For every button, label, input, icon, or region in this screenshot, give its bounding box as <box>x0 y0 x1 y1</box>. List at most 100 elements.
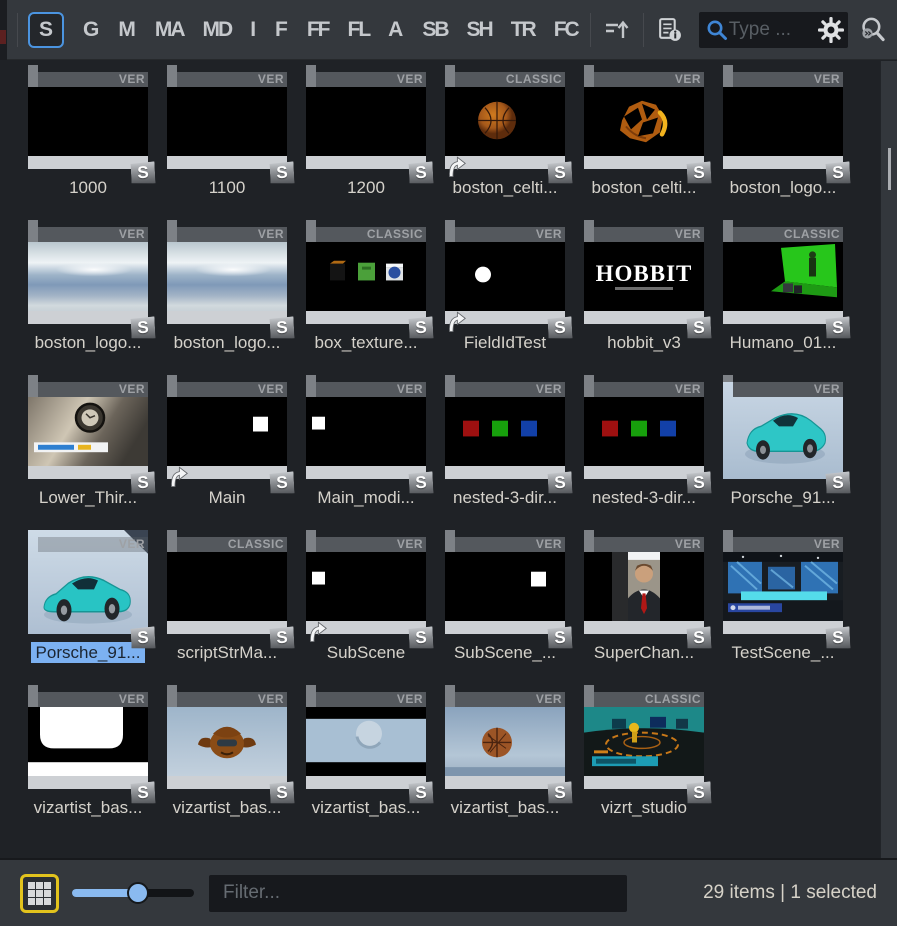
tab-tr[interactable]: TR <box>511 13 535 47</box>
gear-icon[interactable] <box>818 17 844 43</box>
scene-thumbnail[interactable]: VER S <box>28 685 148 789</box>
tab-fc[interactable]: FC <box>554 13 578 47</box>
tab-sb[interactable]: SB <box>422 13 447 47</box>
version-label: VER <box>536 537 565 552</box>
scene-tile[interactable]: VER S SubScene_... <box>445 530 565 667</box>
thumbnail-image <box>445 707 565 776</box>
scene-tile[interactable]: VER S TestScene_... <box>723 530 843 667</box>
tab-g[interactable]: G <box>83 13 99 47</box>
tab-i[interactable]: I <box>250 13 256 47</box>
scene-tile[interactable]: VER S Porsche_91... <box>28 530 148 667</box>
tab-a[interactable]: A <box>388 13 403 47</box>
type-tabs: SGMMAMDIFFFFLASBSHTRFC <box>28 12 578 48</box>
tab-ff[interactable]: FF <box>307 13 329 47</box>
scene-badge: S <box>547 316 572 339</box>
tab-m[interactable]: M <box>118 13 136 47</box>
version-bar: VER <box>316 537 426 552</box>
scene-thumbnail[interactable]: VER S <box>306 685 426 789</box>
scene-thumbnail[interactable]: VER S <box>306 65 426 169</box>
scene-tile[interactable]: CLASSIC S box_texture... <box>306 220 426 357</box>
scrollbar-thumb[interactable] <box>888 148 891 190</box>
tab-s[interactable]: S <box>28 12 64 48</box>
scene-thumbnail[interactable]: VER S <box>28 65 148 169</box>
scene-tile[interactable]: VER S 1200 <box>306 65 426 202</box>
scene-label-text: boston_logo... <box>35 333 142 352</box>
scene-tile[interactable]: VER S Main_modi... <box>306 375 426 512</box>
scene-thumbnail[interactable]: VER S <box>723 530 843 634</box>
scene-tile[interactable]: CLASSIC S scriptStrMa... <box>167 530 287 667</box>
filter-input[interactable] <box>209 875 627 912</box>
scene-tile[interactable]: VER S Lower_Thir... <box>28 375 148 512</box>
scene-thumbnail[interactable]: VER S <box>445 220 565 324</box>
grid-view-button[interactable] <box>20 874 59 913</box>
version-bar: VER <box>455 537 565 552</box>
slider-handle[interactable] <box>127 882 149 904</box>
scene-badge: S <box>130 781 155 804</box>
thumbnail-image <box>28 242 148 311</box>
scene-tile[interactable]: VER S vizartist_bas... <box>167 685 287 822</box>
vertical-scrollbar[interactable] <box>880 61 897 858</box>
scene-tile[interactable]: VER HOBBIT S hobbit_v3 <box>584 220 704 357</box>
scene-tile[interactable]: VER S vizartist_bas... <box>445 685 565 822</box>
scene-label-text: vizartist_bas... <box>173 798 282 817</box>
sort-order-button[interactable] <box>603 17 631 43</box>
scene-tile[interactable]: VER S SuperChan... <box>584 530 704 667</box>
scene-thumbnail[interactable]: VER S <box>584 530 704 634</box>
scene-thumbnail[interactable]: VER HOBBIT S <box>584 220 704 324</box>
scene-tile[interactable]: VER S Main <box>167 375 287 512</box>
scene-thumbnail[interactable]: CLASSIC S <box>306 220 426 324</box>
scene-thumbnail[interactable]: CLASSIC S <box>445 65 565 169</box>
scene-tile[interactable]: VER S vizartist_bas... <box>306 685 426 822</box>
scene-thumbnail[interactable]: VER S <box>445 375 565 479</box>
scene-thumbnail[interactable]: VER S <box>167 65 287 169</box>
scene-tile[interactable]: VER S vizartist_bas... <box>28 685 148 822</box>
scene-thumbnail[interactable]: VER S <box>167 685 287 789</box>
scene-thumbnail[interactable]: VER S <box>723 65 843 169</box>
thumb-bottom-strip <box>306 776 426 789</box>
scene-tile[interactable]: VER S boston_logo... <box>723 65 843 202</box>
scene-thumbnail[interactable]: VER S <box>167 220 287 324</box>
thumbnail-image <box>28 707 148 776</box>
search-jump-button[interactable] <box>858 15 887 44</box>
scene-thumbnail[interactable]: VER S <box>584 65 704 169</box>
scene-tile[interactable]: VER S nested-3-dir... <box>584 375 704 512</box>
scene-thumbnail[interactable]: CLASSIC S <box>723 220 843 324</box>
version-bar: VER <box>38 227 148 242</box>
scene-tile[interactable]: VER S boston_logo... <box>167 220 287 357</box>
scene-thumbnail[interactable]: VER S <box>723 375 843 479</box>
scene-thumbnail[interactable]: VER S <box>445 530 565 634</box>
scene-thumbnail[interactable]: VER S <box>28 375 148 479</box>
scene-tile[interactable]: CLASSIC S vizrt_studio <box>584 685 704 822</box>
scene-thumbnail[interactable]: CLASSIC S <box>584 685 704 789</box>
item-info-button[interactable] <box>656 16 683 43</box>
tab-fl[interactable]: FL <box>348 13 370 47</box>
tab-sh[interactable]: SH <box>467 13 492 47</box>
scene-tile[interactable]: VER S FieldIdTest <box>445 220 565 357</box>
scene-thumbnail[interactable]: VER S <box>306 375 426 479</box>
scene-tile[interactable]: VER S Porsche_91... <box>723 375 843 512</box>
scene-thumbnail[interactable]: VER S <box>445 685 565 789</box>
scene-tile[interactable]: VER S boston_logo... <box>28 220 148 357</box>
scene-thumbnail[interactable]: VER S <box>167 375 287 479</box>
scene-tile[interactable]: VER S nested-3-dir... <box>445 375 565 512</box>
scene-thumbnail[interactable]: CLASSIC S <box>167 530 287 634</box>
scene-thumbnail[interactable]: VER S <box>584 375 704 479</box>
scene-tile[interactable]: VER S boston_celti... <box>584 65 704 202</box>
version-bar: VER <box>316 692 426 707</box>
thumb-corner-tab <box>167 375 177 397</box>
scene-tile[interactable]: VER S 1100 <box>167 65 287 202</box>
thumbnail-size-slider[interactable] <box>72 882 194 904</box>
search-input[interactable] <box>729 19 818 41</box>
scene-tile[interactable]: VER S 1000 <box>28 65 148 202</box>
scene-thumbnail[interactable]: VER S <box>28 220 148 324</box>
tab-f[interactable]: F <box>275 13 288 47</box>
scene-thumbnail[interactable]: VER S <box>306 530 426 634</box>
scene-tile[interactable]: VER S SubScene <box>306 530 426 667</box>
scene-thumbnail[interactable]: VER S <box>28 530 148 634</box>
tab-ma[interactable]: MA <box>155 13 184 47</box>
scene-tile[interactable]: CLASSIC S Humano_01... <box>723 220 843 357</box>
scene-tile[interactable]: CLASSIC S boston_celti... <box>445 65 565 202</box>
scene-badge: S <box>269 471 294 494</box>
version-bar: VER <box>594 382 704 397</box>
tab-md[interactable]: MD <box>203 13 232 47</box>
